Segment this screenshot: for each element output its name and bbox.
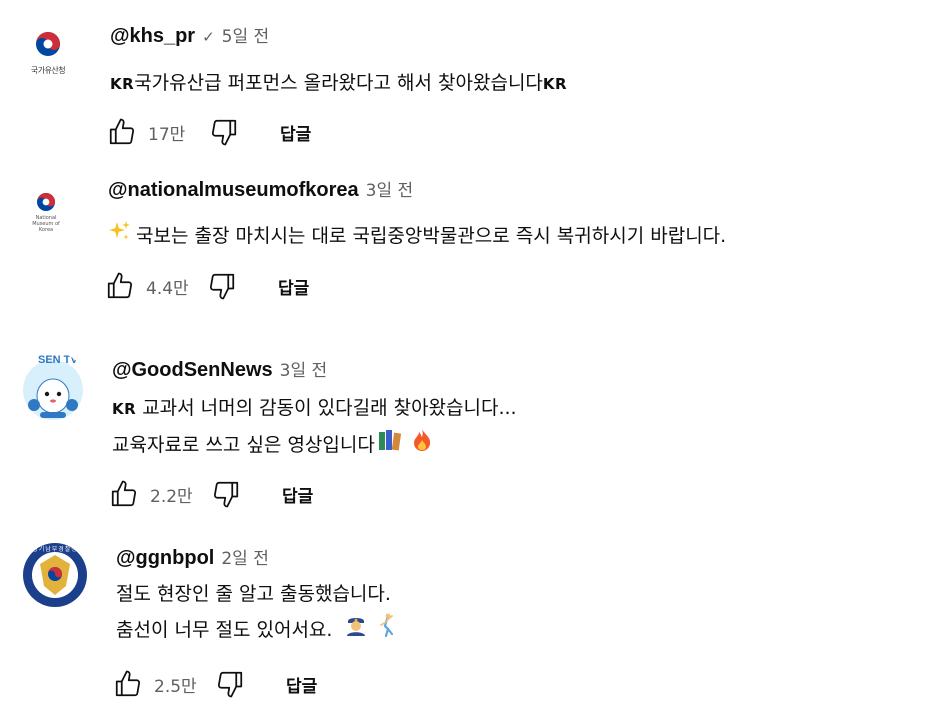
like-count: 17만 <box>148 124 186 145</box>
avatar-label: SEN TV <box>38 354 78 366</box>
reply-button[interactable]: 답글 <box>280 120 311 145</box>
comment-text: 절도 현장인 줄 알고 출동했습니다. 춤선이 너무 절도 있어서요. <box>116 576 398 649</box>
thumbs-up-icon <box>111 480 137 507</box>
like-button[interactable] <box>110 666 146 702</box>
comment-time[interactable]: 3일 전 <box>280 356 328 381</box>
avatar[interactable]: 국가유산청 <box>16 20 80 84</box>
kr-flag-prefix: KR <box>112 400 137 418</box>
comment-line: KR 교과서 너머의 감동이 있다길래 찾아왔습니다... <box>112 397 517 419</box>
comment-line: 춤선이 너무 절도 있어서요. <box>116 612 398 649</box>
reply-button[interactable]: 답글 <box>282 482 313 507</box>
thumbs-up-icon <box>107 272 133 299</box>
comment-actions: 17만 답글 <box>104 114 311 150</box>
comment-actions: 4.4만 답글 <box>102 268 309 304</box>
reply-button[interactable]: 답글 <box>278 274 309 299</box>
dislike-button[interactable] <box>212 666 248 702</box>
like-button[interactable] <box>104 114 140 150</box>
avatar-label: 국가유산청 <box>30 66 66 75</box>
comment-header: @GoodSenNews 3일 전 <box>112 356 327 382</box>
dislike-button[interactable] <box>206 114 242 150</box>
thumbs-down-icon <box>209 273 235 300</box>
like-count: 4.4만 <box>146 278 189 299</box>
author-name[interactable]: @nationalmuseumofkorea <box>108 179 359 202</box>
avatar-label: National Museum of Korea <box>32 215 60 233</box>
author-name[interactable]: @khs_pr <box>110 25 195 48</box>
comment-actions: 2.2만 답글 <box>106 476 313 512</box>
reply-button[interactable]: 답글 <box>286 672 317 697</box>
comment-text: KR 교과서 너머의 감동이 있다길래 찾아왔습니다... 교육자료로 쓰고 싶은… <box>112 390 517 464</box>
police-officer-icon <box>344 613 368 649</box>
dislike-button[interactable] <box>204 268 240 304</box>
comment-header: @nationalmuseumofkorea 3일 전 <box>108 176 413 202</box>
comment-time[interactable]: 5일 전 <box>222 22 270 47</box>
avatar[interactable]: National Museum of Korea <box>16 176 76 236</box>
avatar[interactable]: 경기남부경찰청 <box>22 542 88 608</box>
comment-text: KR국가유산급 퍼포먼스 올라왔다고 해서 찾아왔습니다KR <box>110 72 568 94</box>
comment-text: 국보는 출장 마치시는 대로 국립중앙박물관으로 즉시 복귀하시기 바랍니다. <box>108 218 726 255</box>
comment-thread: 경기남부경찰청 @ggnbpol 2일 전 절도 현장인 줄 알고 출동했습니다… <box>0 540 929 710</box>
comment-thread: 국가유산청 @khs_pr ✓ 5일 전 KR국가유산급 퍼포먼스 올라왔다고 … <box>0 18 929 158</box>
thumbs-down-icon <box>213 481 239 508</box>
comment-time[interactable]: 3일 전 <box>366 176 414 201</box>
avatar[interactable]: SEN TV <box>18 352 88 422</box>
verified-check-icon: ✓ <box>202 28 215 46</box>
like-button[interactable] <box>102 268 138 304</box>
comment-thread: SEN TV @GoodSenNews 3일 전 KR 교과서 너머의 감동이 있… <box>0 352 929 522</box>
thumbs-up-icon <box>115 670 141 697</box>
thumbs-down-icon <box>211 119 237 146</box>
comment-line: 교육자료로 쓰고 싶은 영상입니다 <box>112 427 517 464</box>
dislike-button[interactable] <box>208 476 244 512</box>
fire-icon <box>411 428 433 464</box>
books-icon <box>377 428 403 464</box>
sparkles-icon <box>108 219 132 255</box>
like-count: 2.2만 <box>150 486 193 507</box>
comment-header: @khs_pr ✓ 5일 전 <box>110 22 269 48</box>
comment-line: 절도 현장인 줄 알고 출동했습니다. <box>116 583 391 605</box>
avatar-label: 경기남부경찰청 <box>32 546 78 553</box>
comment-header: @ggnbpol 2일 전 <box>116 544 269 570</box>
comment-time[interactable]: 2일 전 <box>221 544 269 569</box>
like-button[interactable] <box>106 476 142 512</box>
dancing-man-icon <box>376 613 398 649</box>
like-count: 2.5만 <box>154 676 197 697</box>
thumbs-up-icon <box>109 118 135 145</box>
author-name[interactable]: @GoodSenNews <box>112 359 273 382</box>
thumbs-down-icon <box>217 671 243 698</box>
kr-flag-suffix: KR <box>542 75 568 93</box>
comment-actions: 2.5만 답글 <box>110 666 317 702</box>
kr-flag-prefix: KR <box>110 75 135 93</box>
author-name[interactable]: @ggnbpol <box>116 547 214 570</box>
comment-thread: National Museum of Korea @nationalmuseum… <box>0 172 929 322</box>
